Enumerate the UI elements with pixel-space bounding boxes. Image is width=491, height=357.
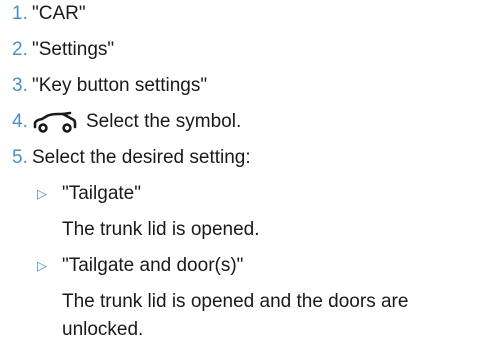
step-text: Select the symbol. xyxy=(86,111,242,132)
step-text: "Key button settings" xyxy=(32,75,208,96)
step-number: 3. xyxy=(12,75,28,96)
option-description-line: unlocked. xyxy=(62,319,144,340)
step-text: "Settings" xyxy=(32,39,115,60)
step-number: 2. xyxy=(12,39,28,60)
step-text: "CAR" xyxy=(32,3,86,24)
step-4: 4. Select the symbol. xyxy=(0,110,491,134)
triangle-bullet-icon: ▷ xyxy=(37,258,47,273)
step-number: 4. xyxy=(12,111,28,132)
step-text: Select the desired setting: xyxy=(32,147,251,168)
option-label: "Tailgate and door(s)" xyxy=(62,255,244,276)
step-number: 5. xyxy=(12,147,28,168)
step-number: 1. xyxy=(12,3,28,24)
option-description-line: The trunk lid is opened. xyxy=(62,219,260,240)
instruction-document: 1. "CAR" 2. "Settings" 3. "Key button se… xyxy=(0,0,491,357)
car-tailgate-icon xyxy=(32,111,78,140)
option-label: "Tailgate" xyxy=(62,183,141,204)
option-description-line: The trunk lid is opened and the doors ar… xyxy=(62,291,409,312)
triangle-bullet-icon: ▷ xyxy=(37,186,47,201)
